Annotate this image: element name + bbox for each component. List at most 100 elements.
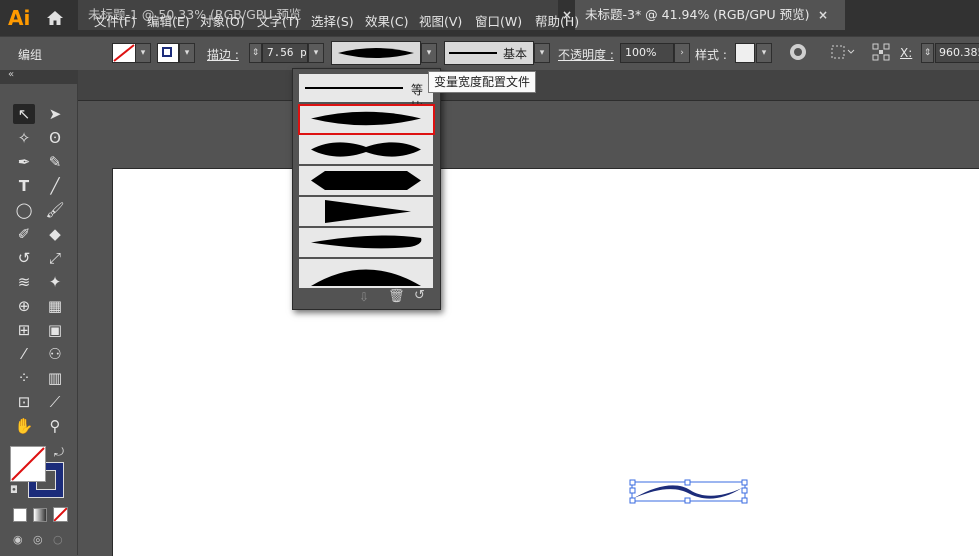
- stroke-weight-field[interactable]: 7.56 p: [262, 43, 308, 63]
- opacity-label[interactable]: 不透明度 :: [558, 46, 614, 63]
- menu-item-3[interactable]: 文字(T): [257, 11, 299, 30]
- menu-item-6[interactable]: 视图(V): [419, 11, 462, 30]
- ellipse-tool-icon[interactable]: ◯: [13, 200, 35, 220]
- width-profile-5[interactable]: [299, 228, 433, 257]
- width-profile-3[interactable]: [299, 166, 433, 195]
- selected-profile-outline: [298, 104, 435, 135]
- puppet-warp-tool-icon[interactable]: ✦: [44, 272, 66, 292]
- delete-profile-icon[interactable]: 🗑: [388, 289, 405, 304]
- none-slash-icon: [53, 507, 68, 522]
- menu-item-1[interactable]: 编辑(E): [147, 11, 190, 30]
- line-tool-icon[interactable]: ╱: [44, 176, 66, 196]
- graphic-style-swatch[interactable]: [735, 43, 755, 63]
- shape-builder-tool-icon[interactable]: ⊕: [13, 296, 35, 316]
- mesh-tool-icon[interactable]: ⊞: [13, 320, 35, 340]
- menu-item-2[interactable]: 对象(O): [200, 11, 245, 30]
- shaper-tool-icon[interactable]: ✐: [13, 224, 35, 244]
- perspective-grid-tool-icon[interactable]: ▦: [44, 296, 66, 316]
- tab-document-3-label: 未标题-3* @ 41.94% (RGB/GPU 预览): [585, 7, 810, 22]
- width-profile-preview-icon: [338, 48, 414, 58]
- hand-tool-icon[interactable]: ✋: [13, 416, 35, 436]
- default-colors-icon[interactable]: ◘: [10, 485, 18, 496]
- tools-panel-header[interactable]: «: [0, 69, 77, 84]
- swap-fill-stroke-icon[interactable]: ⤾: [54, 445, 64, 460]
- brush-chevron-icon[interactable]: ▾: [534, 43, 550, 63]
- brush-name: 基本: [503, 47, 528, 61]
- draw-behind-icon[interactable]: ◎: [33, 533, 43, 546]
- home-icon[interactable]: [46, 10, 64, 26]
- stroke-weight-chevron-icon[interactable]: ▾: [308, 43, 324, 63]
- collapse-panel-icon[interactable]: «: [8, 69, 14, 80]
- gradient-tool-icon[interactable]: ▣: [44, 320, 66, 340]
- app-logo: Ai: [8, 6, 31, 30]
- width-profile-4[interactable]: [299, 197, 433, 226]
- width-tool-icon[interactable]: ≋: [13, 272, 35, 292]
- menu-item-7[interactable]: 窗口(W): [475, 11, 522, 30]
- tab-document-3[interactable]: 未标题-3* @ 41.94% (RGB/GPU 预览): [575, 0, 845, 30]
- selection-type-label: 编组: [18, 48, 43, 62]
- menu-item-5[interactable]: 效果(C): [365, 11, 408, 30]
- align-icon[interactable]: [830, 44, 856, 60]
- recolor-artwork-icon[interactable]: [789, 43, 807, 61]
- width-profile-dropdown: 等比 ⇩ 🗑 ↺: [292, 68, 441, 310]
- draw-inside-icon[interactable]: ○: [53, 533, 63, 546]
- width-profile-2-icon: [311, 142, 421, 157]
- slice-tool-icon[interactable]: ⟋: [44, 392, 66, 412]
- none-mode-icon[interactable]: [53, 507, 68, 522]
- x-label: X:: [900, 46, 913, 60]
- width-profile-2[interactable]: [299, 135, 433, 164]
- type-tool-icon[interactable]: T: [13, 176, 35, 196]
- width-profile-chevron-icon[interactable]: ▾: [421, 43, 437, 63]
- symbol-sprayer-tool-icon[interactable]: ⁘: [13, 368, 35, 388]
- brush-selector[interactable]: 基本: [444, 41, 534, 65]
- width-profile-selector[interactable]: [331, 41, 421, 65]
- transform-reference-icon[interactable]: [872, 43, 890, 61]
- fill-swatch[interactable]: [112, 43, 136, 63]
- stroke-dropdown-chevron-icon[interactable]: ▾: [179, 43, 195, 63]
- eyedropper-tool-icon[interactable]: ⁄: [13, 344, 35, 364]
- x-field[interactable]: 960.385: [935, 43, 979, 63]
- blend-tool-icon[interactable]: ⚇: [44, 344, 66, 364]
- draw-normal-icon[interactable]: ◉: [13, 533, 23, 546]
- width-profile-6-icon: [311, 269, 421, 286]
- stroke-swatch[interactable]: [157, 43, 179, 63]
- pen-tool-icon[interactable]: ✒: [13, 152, 35, 172]
- stroke-weight-stepper-icon[interactable]: ⇕: [249, 43, 262, 63]
- stroke-weight-value: 7.56 p: [267, 46, 307, 59]
- add-to-profiles-icon[interactable]: ⇩: [359, 290, 369, 304]
- menu-item-8[interactable]: 帮助(H): [535, 11, 579, 30]
- menu-item-4[interactable]: 选择(S): [311, 11, 354, 30]
- fill-color-box[interactable]: [10, 446, 46, 482]
- artboard[interactable]: [112, 168, 979, 556]
- opacity-value: 100%: [625, 46, 657, 59]
- scale-tool-icon[interactable]: ⤢: [44, 248, 66, 268]
- magic-wand-tool-icon[interactable]: ✧: [13, 128, 35, 148]
- curvature-tool-icon[interactable]: ✎: [44, 152, 66, 172]
- tooltip: 变量宽度配置文件: [428, 71, 537, 93]
- gradient-mode-icon[interactable]: [33, 508, 47, 522]
- selection-tool-icon[interactable]: ↖: [13, 104, 35, 124]
- width-profile-5-icon: [311, 235, 422, 249]
- selected-artwork[interactable]: [628, 478, 750, 506]
- lasso-tool-icon[interactable]: ʘ: [44, 128, 66, 148]
- color-mode-icon[interactable]: [13, 508, 27, 522]
- rotate-tool-icon[interactable]: ↺: [13, 248, 35, 268]
- paintbrush-tool-icon[interactable]: 🖌: [44, 200, 66, 220]
- tab-document-3-close-icon[interactable]: ×: [818, 0, 828, 30]
- stroke-label[interactable]: 描边 :: [207, 46, 239, 63]
- width-profile-uniform[interactable]: 等比: [299, 74, 433, 114]
- fill-dropdown-chevron-icon[interactable]: ▾: [135, 43, 151, 63]
- style-chevron-icon[interactable]: ▾: [756, 43, 772, 63]
- artboard-tool-icon[interactable]: ⊡: [13, 392, 35, 412]
- column-graph-tool-icon[interactable]: ▥: [44, 368, 66, 388]
- reset-profiles-icon[interactable]: ↺: [414, 288, 425, 303]
- width-profile-6[interactable]: [299, 259, 433, 288]
- menu-item-0[interactable]: 文件(F): [94, 11, 136, 30]
- direct-selection-tool-icon[interactable]: ➤: [44, 104, 66, 124]
- zoom-tool-icon[interactable]: ⚲: [44, 416, 66, 436]
- opacity-chevron-icon[interactable]: ›: [674, 43, 690, 63]
- width-profile-4-icon: [325, 200, 411, 223]
- opacity-field[interactable]: 100%: [620, 43, 674, 63]
- x-stepper-icon[interactable]: ⇕: [921, 43, 934, 63]
- eraser-tool-icon[interactable]: ◆: [44, 224, 66, 244]
